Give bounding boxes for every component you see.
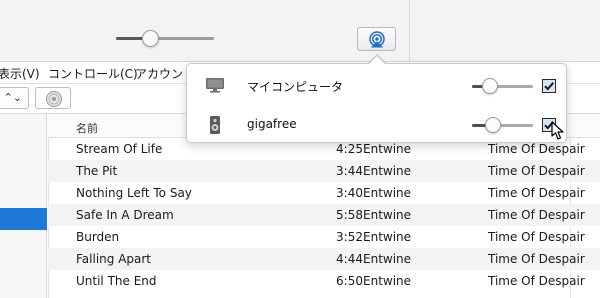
- toolbar: [0, 0, 600, 62]
- track-name: Nothing Left To Say: [76, 186, 192, 200]
- track-album: Time Of Despair: [488, 274, 585, 288]
- device-name: gigafree: [247, 117, 297, 131]
- track-name: Stream Of Life: [76, 142, 163, 156]
- airplay-popover: マイコンピュータ gigafree: [186, 63, 567, 143]
- track-row[interactable]: Safe In A Dream 5:58 Entwine Time Of Des…: [48, 204, 600, 226]
- track-name: Safe In A Dream: [76, 208, 174, 222]
- toolbar-divider: [409, 0, 410, 62]
- computer-icon: [206, 78, 224, 93]
- airplay-button[interactable]: [357, 27, 396, 51]
- popover-arrow-inner: [368, 56, 386, 65]
- track-name: The Pit: [76, 164, 118, 178]
- track-album: Time Of Despair: [488, 164, 585, 178]
- mouse-cursor-icon: [551, 121, 564, 140]
- sidebar-selected-item[interactable]: [0, 208, 47, 230]
- track-time: 3:52: [336, 230, 363, 244]
- track-artist: Entwine: [363, 208, 412, 222]
- device-volume-thumb[interactable]: [482, 78, 499, 94]
- track-row[interactable]: Nothing Left To Say 3:40 Entwine Time Of…: [48, 182, 600, 204]
- track-row[interactable]: Falling Apart 4:44 Entwine Time Of Despa…: [48, 248, 600, 270]
- device-volume-slider[interactable]: [472, 85, 533, 88]
- track-name: Falling Apart: [76, 252, 152, 266]
- device-name: マイコンピュータ: [247, 80, 344, 94]
- device-volume-thumb[interactable]: [485, 117, 502, 133]
- media-kind-selector[interactable]: ⌃⌄: [0, 87, 29, 109]
- menu-item-view[interactable]: 表示(V): [0, 65, 40, 82]
- track-time: 5:58: [336, 208, 363, 222]
- cd-button[interactable]: [35, 87, 71, 109]
- track-artist: Entwine: [363, 230, 412, 244]
- track-name: Until The End: [76, 274, 157, 288]
- track-artist: Entwine: [363, 164, 412, 178]
- track-album: Time Of Despair: [488, 142, 585, 156]
- track-album: Time Of Despair: [488, 252, 585, 266]
- track-artist: Entwine: [363, 252, 412, 266]
- airplay-device-row[interactable]: マイコンピュータ: [187, 66, 568, 104]
- track-artist: Entwine: [363, 186, 412, 200]
- checkmark-icon: [544, 82, 554, 91]
- track-album: Time Of Despair: [488, 230, 585, 244]
- airplay-icon: [369, 31, 385, 48]
- track-artist: Entwine: [363, 274, 412, 288]
- track-time: 3:44: [336, 164, 363, 178]
- track-row[interactable]: Burden 3:52 Entwine Time Of Despair: [48, 226, 600, 248]
- track-name: Burden: [76, 230, 120, 244]
- disc-icon: [46, 91, 62, 107]
- track-row[interactable]: The Pit 3:44 Entwine Time Of Despair: [48, 160, 600, 182]
- track-artist: Entwine: [363, 142, 412, 156]
- column-header-name[interactable]: 名前: [76, 120, 98, 136]
- track-time: 3:40: [336, 186, 363, 200]
- menu-item-controls[interactable]: コントロール(C): [48, 65, 138, 82]
- volume-thumb[interactable]: [141, 30, 159, 47]
- track-album: Time Of Despair: [488, 208, 585, 222]
- updown-chevron-icon: ⌃⌄: [3, 91, 22, 104]
- speaker-icon: [210, 116, 220, 134]
- device-volume-slider[interactable]: [472, 124, 533, 127]
- track-time: 4:25: [336, 142, 363, 156]
- airplay-device-row[interactable]: gigafree: [187, 105, 568, 143]
- track-album: Time Of Despair: [488, 186, 585, 200]
- device-checkbox[interactable]: [542, 79, 556, 93]
- track-time: 6:50: [336, 274, 363, 288]
- track-time: 4:44: [336, 252, 363, 266]
- volume-slider[interactable]: [116, 37, 214, 40]
- track-row[interactable]: Until The End 6:50 Entwine Time Of Despa…: [48, 270, 600, 292]
- sidebar: [0, 114, 47, 298]
